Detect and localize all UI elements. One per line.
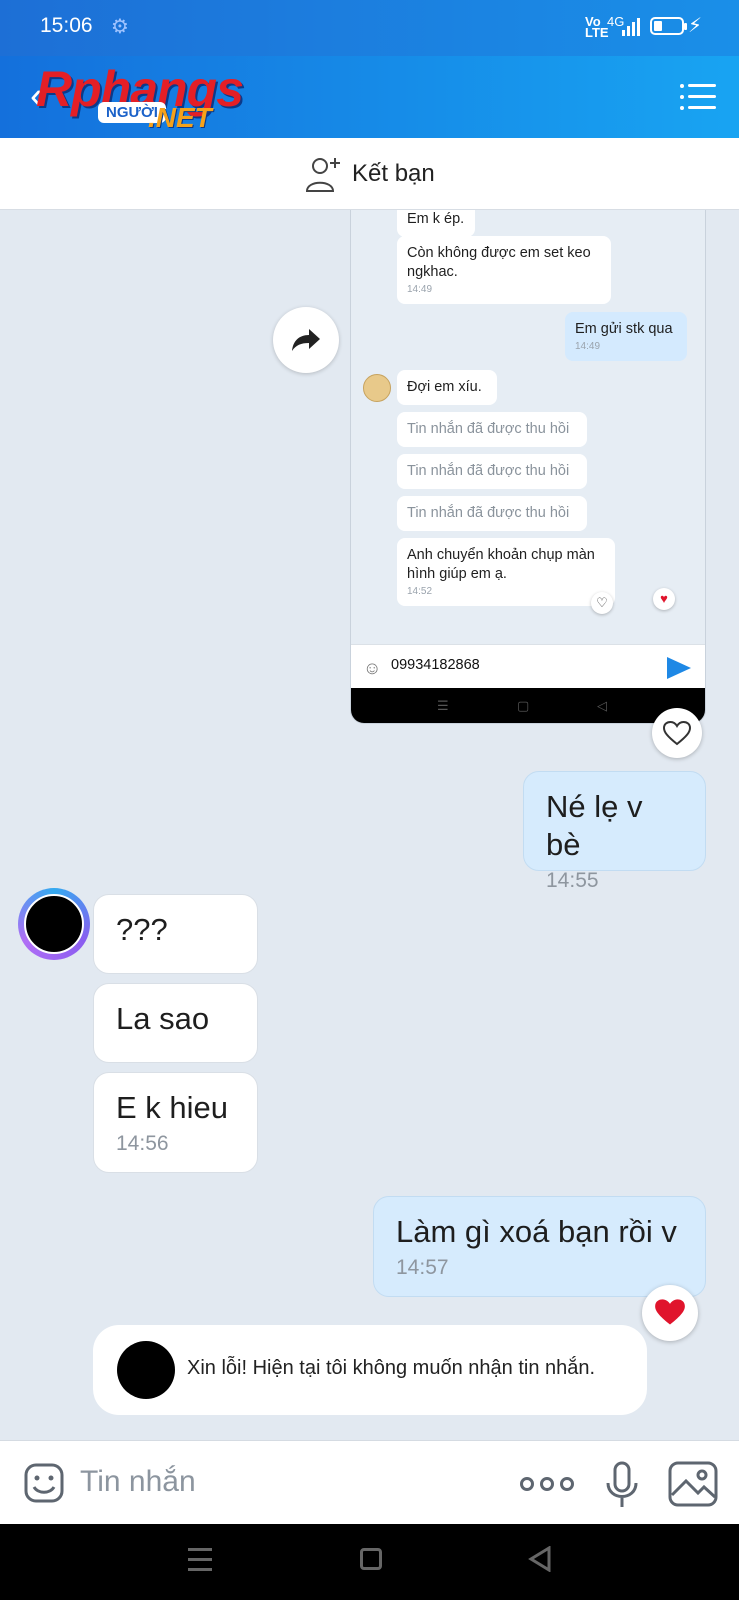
message-bubble[interactable]: La sao	[93, 983, 258, 1063]
battery-icon	[650, 17, 687, 35]
watermark-logo: Rphangs NGƯỜI .NET	[36, 60, 256, 136]
image-icon[interactable]	[668, 1461, 718, 1507]
shot-recalled-message: Tin nhắn đã được thu hồi	[397, 412, 587, 447]
system-nav-bar	[0, 1524, 739, 1600]
shot-message: Còn không được em set keo ngkhac. 14:49	[397, 236, 611, 304]
message-bubble[interactable]: ???	[93, 894, 258, 974]
shot-nav-bar: ☰ ▢ ◁	[351, 688, 705, 723]
heart-reaction-button[interactable]	[642, 1285, 698, 1341]
forwarded-screenshot[interactable]: Em k ép. Còn không được em set keo ngkha…	[350, 210, 706, 724]
charging-icon: ⚡	[688, 15, 703, 37]
shot-recalled-message: Tin nhắn đã được thu hồi	[397, 454, 587, 489]
status-bar: 15:06 ⚙ Vo LTE 4G ⚡	[0, 0, 739, 56]
add-friend-label: Kết bạn	[352, 160, 435, 187]
like-button[interactable]	[652, 708, 702, 758]
message-composer: Tin nhắn	[0, 1440, 739, 1524]
shot-avatar	[363, 374, 391, 402]
add-friend-icon	[305, 158, 340, 192]
shot-message: Em k ép.	[397, 210, 475, 237]
notice-avatar	[117, 1341, 175, 1399]
message-bubble[interactable]: Né lẹ v bè 14:55	[523, 771, 706, 892]
blocked-notice: Xin lỗi! Hiện tại tôi không muốn nhận ti…	[93, 1325, 647, 1415]
heart-outline-icon	[663, 721, 691, 746]
notice-text: Xin lỗi! Hiện tại tôi không muốn nhận ti…	[187, 1357, 596, 1379]
logo-suffix: .NET	[148, 102, 212, 133]
microphone-icon[interactable]	[604, 1461, 640, 1509]
message-bubble[interactable]: E k hieu 14:56	[93, 1072, 258, 1173]
shot-message: Anh chuyển khoản chụp màn hình giúp em ạ…	[397, 538, 615, 606]
sticker-icon[interactable]	[24, 1463, 64, 1503]
shot-recalled-message: Tin nhắn đã được thu hồi	[397, 496, 587, 531]
shot-message: Em gửi stk qua 14:49	[565, 312, 687, 361]
back-button[interactable]	[528, 1546, 552, 1572]
recents-button[interactable]	[188, 1548, 212, 1578]
heart-icon	[655, 1299, 685, 1325]
signal-icon	[622, 16, 642, 36]
message-bubble[interactable]: Làm gì xoá bạn rồi v 14:57	[373, 1196, 706, 1297]
menu-icon[interactable]	[680, 82, 716, 112]
volte-icon: Vo LTE	[585, 14, 609, 40]
gear-icon: ⚙	[111, 16, 129, 38]
message-input[interactable]: Tin nhắn	[80, 1465, 196, 1499]
shot-input-bar: ☺ 09934182868	[351, 644, 705, 688]
shot-send-icon	[667, 657, 691, 679]
home-button[interactable]	[360, 1548, 382, 1570]
shot-emoji-icon: ☺	[363, 658, 382, 678]
shot-like-icon: ♡	[591, 592, 613, 614]
status-time: 15:06	[40, 14, 93, 37]
add-friend-bar[interactable]: Kết bạn	[0, 138, 739, 210]
shot-message: Đợi em xíu.	[397, 370, 497, 405]
share-icon	[292, 329, 320, 351]
app-header: ‹ Rphangs NGƯỜI .NET	[0, 56, 739, 138]
contact-avatar[interactable]	[18, 888, 90, 960]
shot-heart-icon: ♥	[653, 588, 675, 610]
shot-input-value: 09934182868	[391, 657, 480, 673]
forward-button[interactable]	[273, 307, 339, 373]
more-options-icon[interactable]	[520, 1477, 580, 1496]
